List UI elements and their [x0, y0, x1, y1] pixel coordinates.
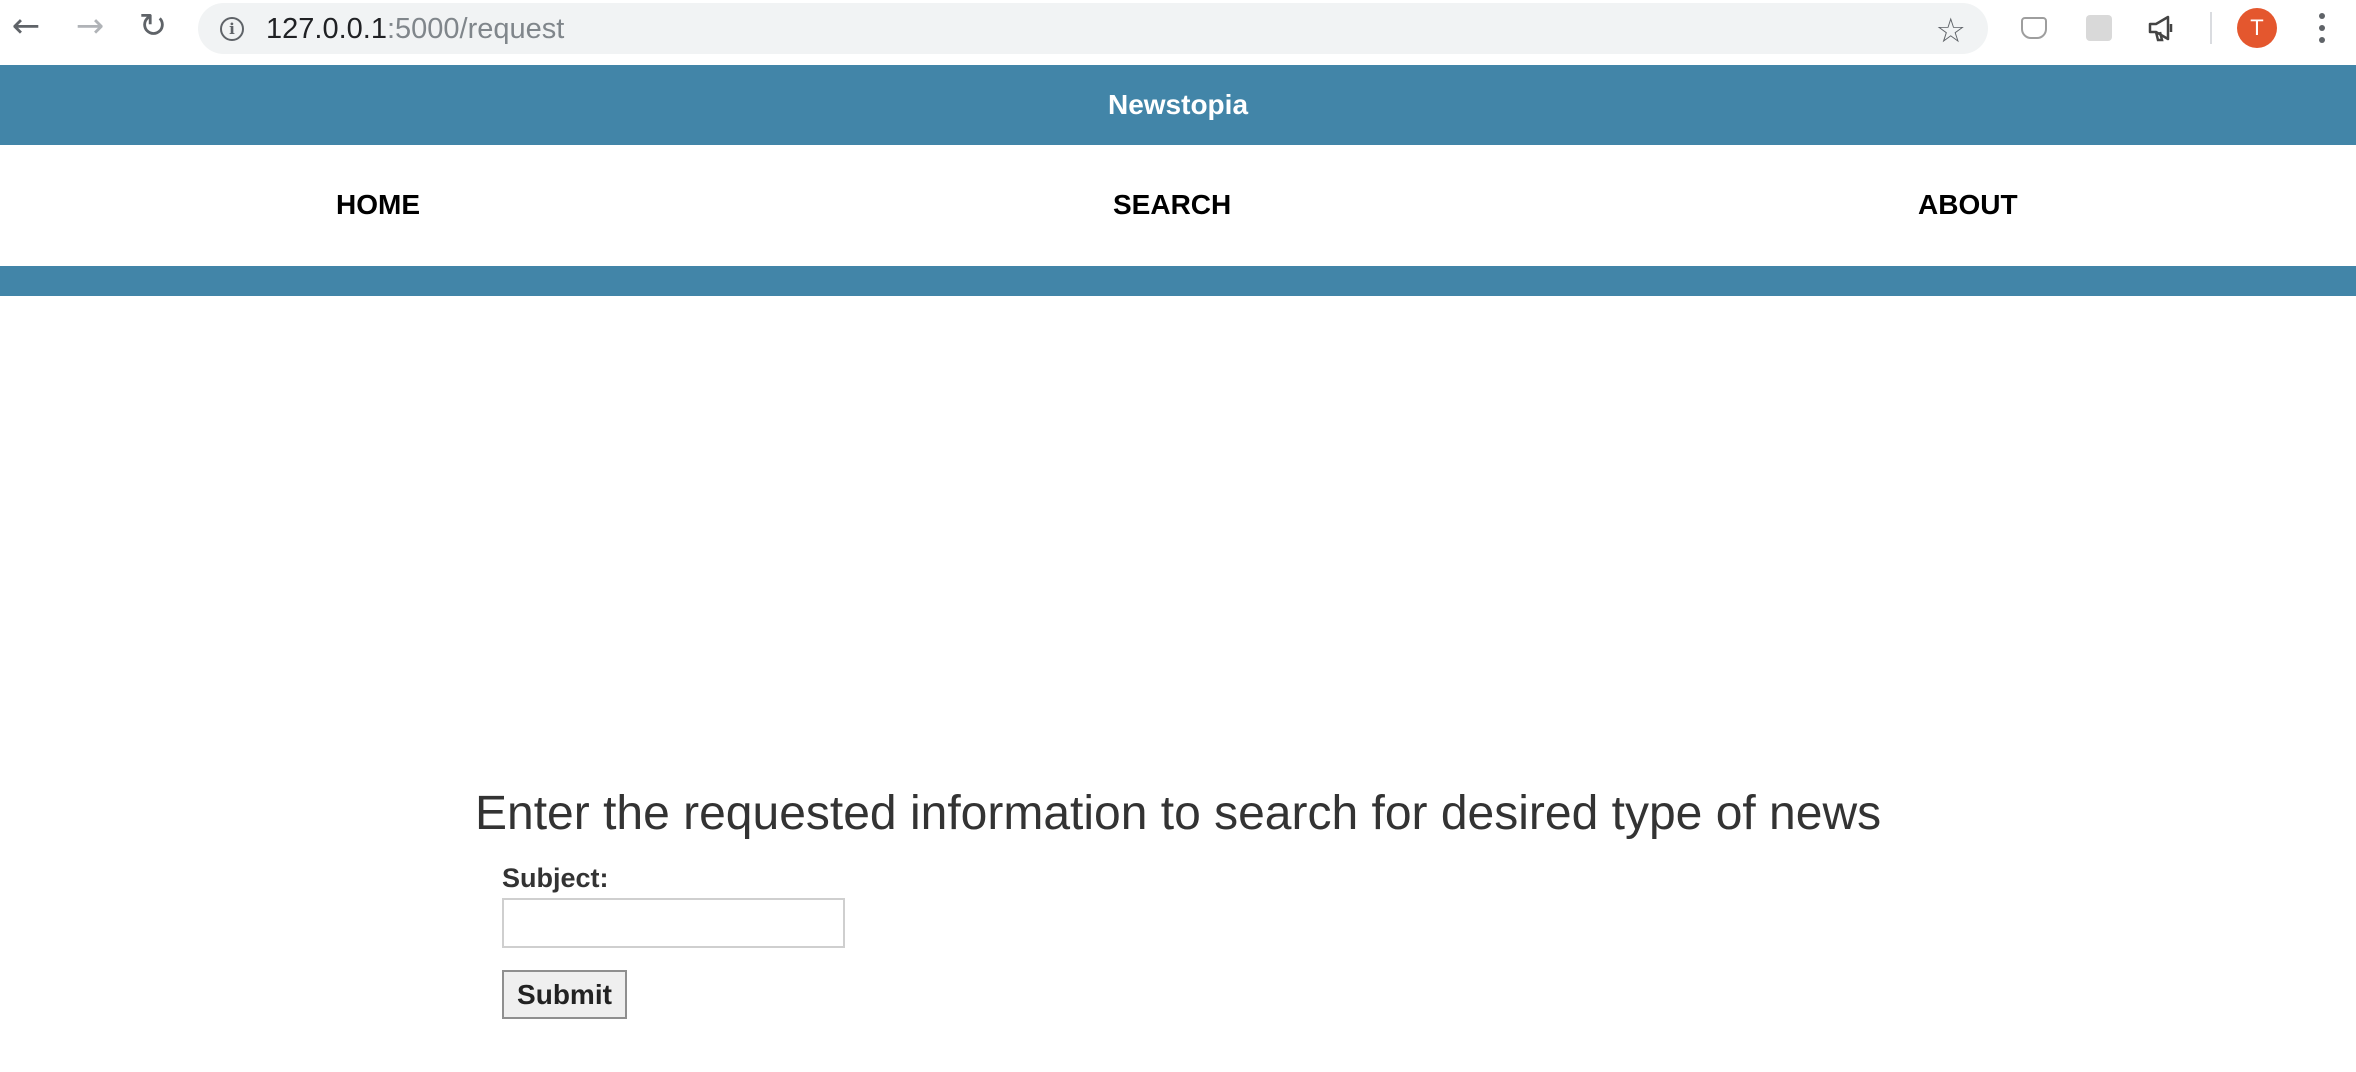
subject-label: Subject:	[502, 863, 609, 893]
site-header: Newstopia	[0, 65, 2356, 145]
reload-button[interactable]: ↻	[133, 6, 173, 46]
forward-button[interactable]: →	[70, 6, 110, 46]
nav-divider-bar	[0, 266, 2356, 296]
submit-button[interactable]: Submit	[502, 970, 627, 1019]
site-info-icon[interactable]: i	[220, 17, 244, 41]
form-heading: Enter the requested information to searc…	[475, 787, 1882, 840]
forward-arrow-icon: →	[75, 6, 105, 46]
extension-cat-icon[interactable]	[2018, 12, 2050, 44]
extension-megaphone-icon[interactable]	[2146, 12, 2178, 44]
nav-link-search[interactable]: SEARCH	[1113, 189, 1231, 221]
reload-icon: ↻	[138, 6, 168, 46]
toolbar-separator	[2210, 12, 2212, 44]
back-arrow-icon: ←	[11, 6, 41, 46]
url-path: :5000/request	[386, 13, 565, 45]
address-bar[interactable]: i 127.0.0.1:5000/request ☆	[198, 3, 1988, 54]
profile-avatar[interactable]: T	[2237, 8, 2277, 48]
browser-menu-icon[interactable]	[2312, 10, 2332, 46]
browser-toolbar: ← → ↻ i 127.0.0.1:5000/request ☆ T	[0, 0, 2356, 57]
main-nav: HOME SEARCH ABOUT	[0, 145, 2356, 266]
subject-input[interactable]	[502, 898, 845, 948]
extension-react-icon[interactable]	[2083, 12, 2115, 44]
bookmark-star-icon[interactable]: ☆	[1936, 11, 1966, 51]
back-button[interactable]: ←	[6, 6, 46, 46]
site-title: Newstopia	[1107, 89, 1249, 120]
url-text[interactable]: 127.0.0.1:5000/request	[266, 12, 564, 46]
nav-link-home[interactable]: HOME	[336, 189, 420, 221]
nav-link-about[interactable]: ABOUT	[1918, 189, 2018, 221]
url-host: 127.0.0.1	[266, 13, 387, 45]
